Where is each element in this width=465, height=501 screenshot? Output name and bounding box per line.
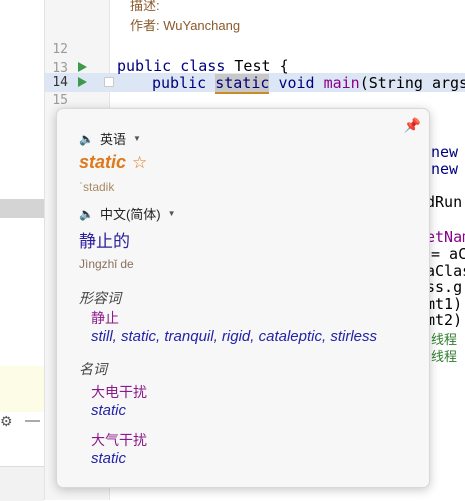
code-fragment: mt2) bbox=[426, 311, 463, 329]
synonym[interactable]: static bbox=[91, 402, 126, 419]
source-language-label: 英语 bbox=[99, 132, 126, 147]
sense: 静止 bbox=[91, 311, 119, 327]
source-word: static ☆ bbox=[79, 152, 148, 172]
chevron-down-icon: ▼ bbox=[132, 134, 141, 143]
selected-word: static bbox=[215, 74, 270, 94]
source-language-selector[interactable]: 🔈 英语 ▼ bbox=[79, 129, 141, 148]
translation-popup: 📌 🔈 英语 ▼ static ☆ ˈstadik 🔈 中文(简体) ▼ 静止的 … bbox=[56, 108, 430, 488]
code-fragment: new bbox=[431, 143, 459, 161]
code-line-14[interactable]: public static void main(String args bbox=[152, 74, 465, 94]
code-fragment: etNam bbox=[426, 228, 465, 246]
code-fragment: 线程 bbox=[431, 350, 458, 365]
sense: 大电干扰 bbox=[91, 385, 147, 401]
highlighted-panel-area bbox=[0, 366, 44, 412]
synonym[interactable]: cataleptic bbox=[259, 328, 322, 345]
line-number: 12 bbox=[52, 42, 68, 57]
code-fragment: ss.g bbox=[426, 278, 463, 296]
speaker-icon[interactable]: 🔈 bbox=[79, 207, 94, 221]
synonym[interactable]: static bbox=[121, 328, 156, 345]
doc-author-line: 作者: WuYanchang bbox=[130, 18, 241, 33]
target-language-label: 中文(简体) bbox=[99, 207, 161, 222]
speaker-icon[interactable]: 🔈 bbox=[79, 132, 94, 146]
gear-icon[interactable]: ⚙ bbox=[0, 413, 13, 430]
chevron-down-icon: ▼ bbox=[167, 209, 176, 218]
run-icon[interactable] bbox=[78, 62, 87, 72]
code-fragment: new bbox=[431, 160, 459, 178]
synonym[interactable]: rigid bbox=[222, 328, 250, 345]
bookmark-icon[interactable] bbox=[104, 77, 114, 87]
code-fragment: = aC bbox=[431, 245, 465, 263]
pin-icon[interactable]: 📌 bbox=[404, 117, 421, 134]
code-fragment: dRun bbox=[426, 193, 463, 211]
bottom-panel bbox=[0, 466, 44, 501]
target-language-selector[interactable]: 🔈 中文(简体) ▼ bbox=[79, 204, 176, 223]
selected-tool-row[interactable] bbox=[0, 199, 44, 218]
line-number: 15 bbox=[52, 93, 68, 108]
minus-icon[interactable]: — bbox=[25, 412, 40, 429]
code-line-13[interactable]: public class Test { bbox=[117, 57, 289, 75]
synonym[interactable]: tranquil bbox=[164, 328, 213, 345]
synonym[interactable]: stirless bbox=[330, 328, 377, 345]
phonetic: ˈstadik bbox=[79, 180, 115, 194]
translation: 静止的 bbox=[79, 232, 130, 252]
sense: 大气干扰 bbox=[91, 433, 147, 449]
line-number: 14 bbox=[52, 75, 68, 90]
part-of-speech: 形容词 bbox=[79, 290, 121, 306]
doc-desc-label: 描述: bbox=[130, 0, 160, 13]
line-number: 13 bbox=[52, 61, 68, 76]
run-icon[interactable] bbox=[78, 77, 87, 87]
part-of-speech: 名词 bbox=[79, 361, 107, 377]
synonym[interactable]: static bbox=[91, 450, 126, 467]
synonym[interactable]: still bbox=[91, 328, 113, 345]
star-icon[interactable]: ☆ bbox=[132, 153, 147, 172]
synonym-list: still, static, tranquil, rigid, catalept… bbox=[91, 328, 378, 345]
pinyin: Jìngzhǐ de bbox=[79, 257, 134, 271]
